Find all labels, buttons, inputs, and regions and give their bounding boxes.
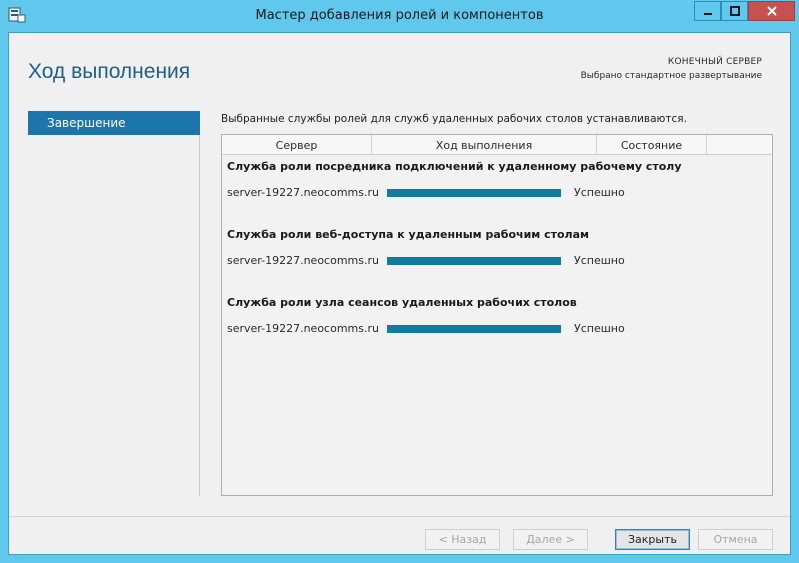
progress-bar [387,325,561,333]
progress-bar [387,189,561,197]
row-server: server-19227.neocomms.ru [227,322,379,335]
grid-header: Сервер Ход выполнения Состояние [222,135,772,155]
progress-bar-fill [387,189,561,197]
back-button[interactable]: < Назад [425,529,500,550]
progress-bar [387,257,561,265]
group-title: Служба роли узла сеансов удаленных рабоч… [227,296,577,309]
progress-bar-fill [387,257,561,265]
wizard-nav: Завершение [28,111,200,496]
row-status: Успешно [574,186,625,199]
group-title: Служба роли посредника подключений к уда… [227,160,682,173]
row-server: server-19227.neocomms.ru [227,186,379,199]
column-header-server[interactable]: Сервер [222,135,372,154]
page-title: Ход выполнения [28,60,191,83]
close-window-button[interactable] [748,1,795,21]
title-bar[interactable]: Мастер добавления ролей и компонентов [0,0,799,32]
column-header-progress[interactable]: Ход выполнения [372,135,597,154]
maximize-button[interactable] [721,1,748,21]
progress-panel: Выбранные службы ролей для служб удаленн… [221,113,773,496]
row-status: Успешно [574,254,625,267]
progress-bar-fill [387,325,561,333]
minimize-button[interactable] [694,1,721,21]
status-message: Выбранные службы ролей для служб удаленн… [221,113,687,125]
wizard-footer: < Назад Далее > Закрыть Отмена [9,516,790,554]
row-server: server-19227.neocomms.ru [227,254,379,267]
cancel-button[interactable]: Отмена [698,529,773,550]
progress-grid: Сервер Ход выполнения Состояние Служба р… [221,134,773,496]
minimize-icon [703,13,712,15]
destination-server-label: КОНЕЧНЫЙ СЕРВЕР [667,57,762,67]
window-title: Мастер добавления ролей и компонентов [255,8,544,23]
close-button[interactable]: Закрыть [615,529,690,550]
row-status: Успешно [574,322,625,335]
nav-item-completion[interactable]: Завершение [28,111,200,135]
wizard-body: Ход выполнения КОНЕЧНЫЙ СЕРВЕР Выбрано с… [8,32,791,555]
group-title: Служба роли веб-доступа к удаленным рабо… [227,228,590,241]
column-header-state[interactable]: Состояние [597,135,707,154]
close-icon [766,6,777,16]
wizard-window: Мастер добавления ролей и компонентов Хо… [0,0,799,563]
next-button[interactable]: Далее > [513,529,588,550]
maximize-icon [729,6,740,16]
destination-server-value: Выбрано стандартное развертывание [580,71,762,81]
